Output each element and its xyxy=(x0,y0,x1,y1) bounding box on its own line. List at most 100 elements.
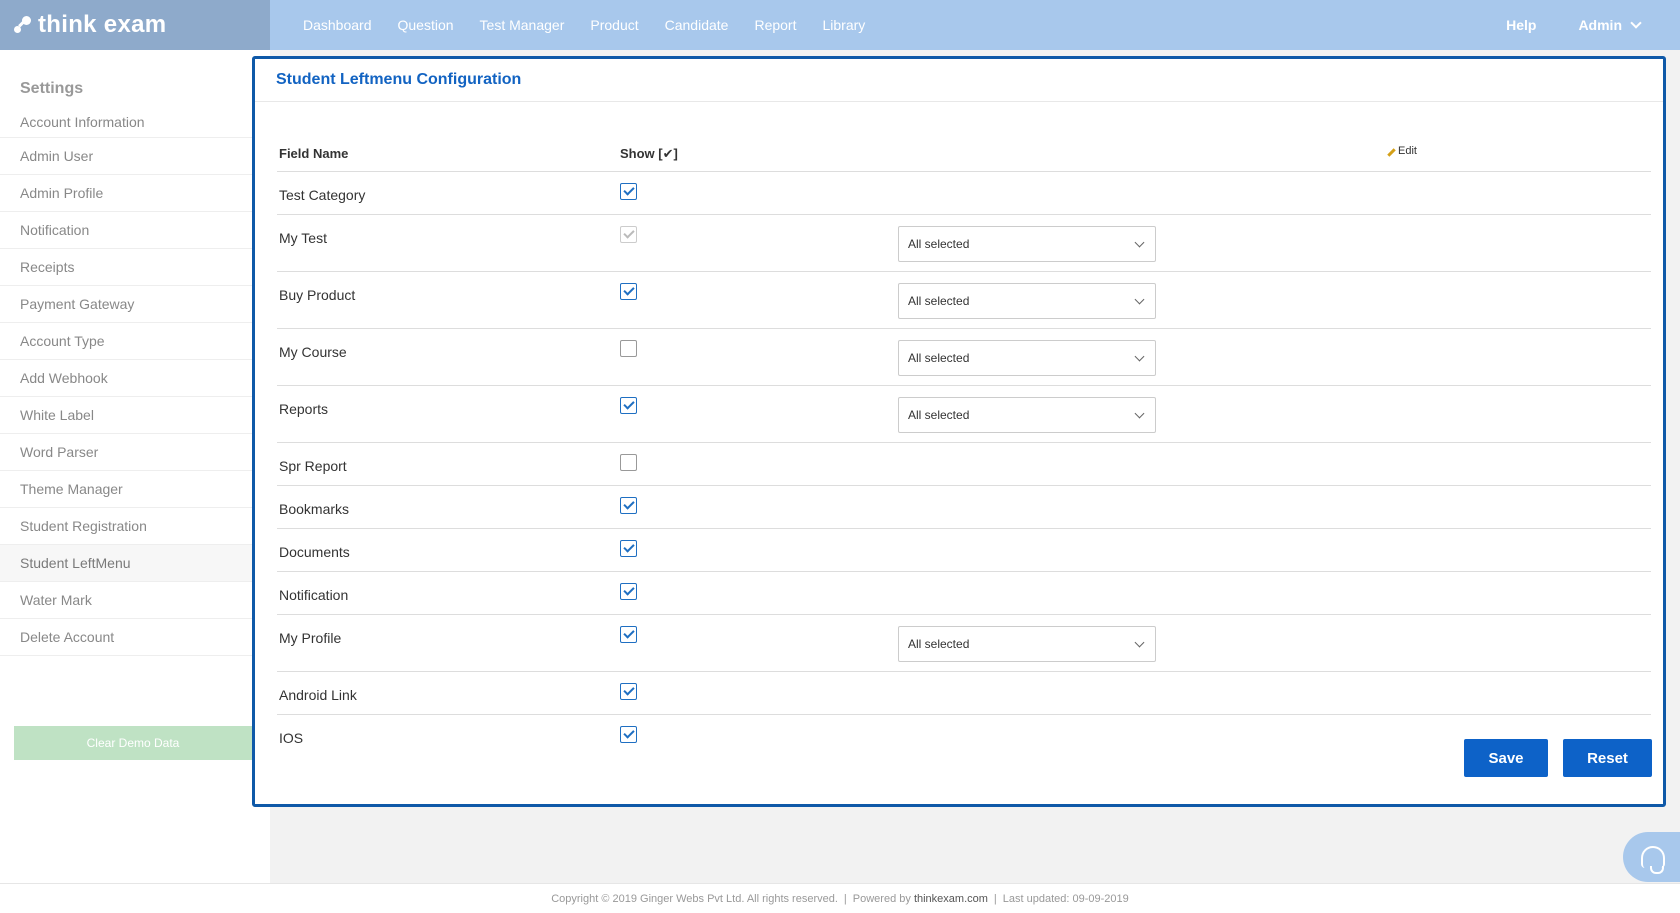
show-checkbox[interactable] xyxy=(620,540,637,557)
panel-title: Student Leftmenu Configuration xyxy=(276,71,522,88)
sidebar-item-add-webhook[interactable]: Add Webhook xyxy=(0,360,252,397)
field-name: My Course xyxy=(279,344,347,360)
table-row: Buy Product All selected xyxy=(277,272,1651,329)
header-show: Show [✔] xyxy=(620,146,678,161)
sidebar-item-payment-gateway[interactable]: Payment Gateway xyxy=(0,286,252,323)
support-chat-button[interactable] xyxy=(1623,832,1680,882)
student-leftmenu-panel: Student Leftmenu Configuration Field Nam… xyxy=(252,56,1666,807)
table-row: My Test All selected xyxy=(277,215,1651,272)
show-checkbox[interactable] xyxy=(620,626,637,643)
show-checkbox[interactable] xyxy=(620,183,637,200)
sidebar-item-delete-account[interactable]: Delete Account xyxy=(0,619,252,656)
footer-separator: | xyxy=(843,892,847,905)
field-name: Android Link xyxy=(279,687,357,703)
sidebar-item-student-registration[interactable]: Student Registration xyxy=(0,508,252,545)
sidebar-item-white-label[interactable]: White Label xyxy=(0,397,252,434)
panel-divider xyxy=(255,101,1663,102)
field-name: Buy Product xyxy=(279,287,356,303)
table-row: Android Link xyxy=(277,672,1651,715)
admin-label: Admin xyxy=(1578,17,1622,33)
table-row: My Course All selected xyxy=(277,329,1651,386)
select-value: All selected xyxy=(908,351,970,365)
sidebar-item-receipts[interactable]: Receipts xyxy=(0,249,252,286)
field-name: Notification xyxy=(279,587,349,603)
show-checkbox[interactable] xyxy=(620,497,637,514)
table-row: Reports All selected xyxy=(277,386,1651,443)
field-name: Bookmarks xyxy=(279,501,350,517)
sidebar-item-account-type[interactable]: Account Type xyxy=(0,323,252,360)
select-value: All selected xyxy=(908,637,970,651)
sidebar-item-admin-profile[interactable]: Admin Profile xyxy=(0,175,252,212)
settings-sidebar: Settings Account Information Admin User … xyxy=(0,50,270,883)
field-name: Spr Report xyxy=(279,458,347,474)
help-link[interactable]: Help xyxy=(1506,17,1536,33)
sidebar-item-word-parser[interactable]: Word Parser xyxy=(0,434,252,471)
field-name: My Profile xyxy=(279,630,342,646)
field-name: Documents xyxy=(279,544,350,560)
footer-copyright: Copyright © 2019 Ginger Webs Pvt Ltd. Al… xyxy=(551,892,838,905)
table-row: IOS xyxy=(277,715,1651,758)
chevron-down-icon xyxy=(1134,294,1145,305)
sidebar-item-notification[interactable]: Notification xyxy=(0,212,252,249)
table-row: Documents xyxy=(277,529,1651,572)
show-checkbox[interactable] xyxy=(620,283,637,300)
sidebar-title: Settings xyxy=(20,80,84,97)
header-field-name: Field Name xyxy=(279,146,349,161)
config-table: Field Name Show [✔] Edit Test Category M… xyxy=(277,134,1651,758)
support-headset-icon xyxy=(1641,846,1665,874)
nav-product[interactable]: Product xyxy=(577,17,651,33)
sidebar-item-account-information[interactable]: Account Information xyxy=(0,106,252,138)
sidebar-item-student-leftmenu[interactable]: Student LeftMenu xyxy=(0,545,252,582)
sidebar-item-admin-user[interactable]: Admin User xyxy=(0,138,252,175)
audience-select[interactable]: All selected xyxy=(898,626,1156,662)
audience-select[interactable]: All selected xyxy=(898,340,1156,376)
chevron-down-icon xyxy=(1134,237,1145,248)
show-checkbox[interactable] xyxy=(620,454,637,471)
footer-powered-link[interactable]: thinkexam.com xyxy=(914,893,988,905)
show-checkbox[interactable] xyxy=(620,397,637,414)
select-value: All selected xyxy=(908,237,970,251)
show-checkbox[interactable] xyxy=(620,683,637,700)
audience-select[interactable]: All selected xyxy=(898,397,1156,433)
chevron-down-icon xyxy=(1630,17,1642,29)
nav-question[interactable]: Question xyxy=(385,17,467,33)
sidebar-item-theme-manager[interactable]: Theme Manager xyxy=(0,471,252,508)
field-name: Test Category xyxy=(279,187,366,203)
logo[interactable]: think exam xyxy=(0,0,270,50)
nav-right: Help Admin xyxy=(1506,0,1680,50)
footer-updated: Last updated: 09-09-2019 xyxy=(1002,892,1129,905)
edit-link[interactable]: Edit xyxy=(1387,145,1417,157)
footer-powered-prefix: Powered by xyxy=(852,892,911,905)
show-checkbox[interactable] xyxy=(620,726,637,743)
table-row: Spr Report xyxy=(277,443,1651,486)
nav-candidate[interactable]: Candidate xyxy=(652,17,742,33)
field-name: My Test xyxy=(279,230,327,246)
select-value: All selected xyxy=(908,408,970,422)
select-value: All selected xyxy=(908,294,970,308)
show-checkbox[interactable] xyxy=(620,340,637,357)
nav-test-manager[interactable]: Test Manager xyxy=(467,17,578,33)
audience-select[interactable]: All selected xyxy=(898,283,1156,319)
table-row: Bookmarks xyxy=(277,486,1651,529)
table-row: Notification xyxy=(277,572,1651,615)
sidebar-item-water-mark[interactable]: Water Mark xyxy=(0,582,252,619)
admin-menu[interactable]: Admin xyxy=(1578,17,1642,33)
nav-library[interactable]: Library xyxy=(809,17,878,33)
chevron-down-icon xyxy=(1134,351,1145,362)
logo-icon xyxy=(12,14,34,36)
show-checkbox xyxy=(620,226,637,243)
footer: Copyright © 2019 Ginger Webs Pvt Ltd. Al… xyxy=(0,883,1680,913)
audience-select[interactable]: All selected xyxy=(898,226,1156,262)
edit-label: Edit xyxy=(1398,145,1417,157)
table-header: Field Name Show [✔] Edit xyxy=(277,134,1651,172)
reset-button[interactable]: Reset xyxy=(1563,739,1652,777)
clear-demo-data-button[interactable]: Clear Demo Data xyxy=(14,726,252,760)
nav-report[interactable]: Report xyxy=(741,17,809,33)
nav-dashboard[interactable]: Dashboard xyxy=(290,17,385,33)
save-button[interactable]: Save xyxy=(1464,739,1548,777)
chevron-down-icon xyxy=(1134,408,1145,419)
chevron-down-icon xyxy=(1134,637,1145,648)
sidebar-list: Account Information Admin User Admin Pro… xyxy=(0,106,252,656)
table-row: Test Category xyxy=(277,172,1651,215)
show-checkbox[interactable] xyxy=(620,583,637,600)
